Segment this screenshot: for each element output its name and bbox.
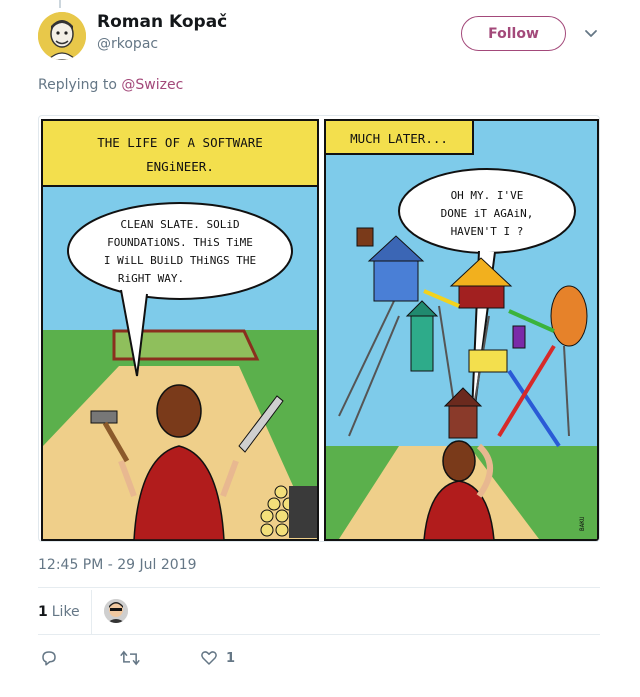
like-count: 1 [226, 650, 236, 666]
tweet-timestamp[interactable]: 12:45 PM - 29 Jul 2019 [38, 557, 197, 573]
panel1-bubble-line3: I WiLL BUiLD THiNGS THE [104, 254, 256, 267]
thread-connector [59, 0, 61, 8]
author-avatar[interactable] [38, 12, 86, 60]
panel1-bubble-line2: FOUNDATiONS. THiS TiME [107, 236, 253, 249]
chevron-down-icon[interactable] [583, 25, 599, 41]
comic-illustration: THE LIFE OF A SOFTWARE ENGiNEER. CLEAN S… [41, 119, 599, 541]
reply-icon [42, 651, 56, 666]
like-button[interactable]: 1 [200, 649, 235, 667]
panel2-caption: MUCH LATER... [350, 131, 448, 146]
retweet-button[interactable] [120, 649, 140, 667]
retweet-icon [120, 650, 140, 666]
likes-summary[interactable]: 1 Like [38, 598, 80, 626]
comic-signature: BAKU [579, 516, 586, 531]
author-name[interactable]: Roman Kopač [97, 12, 227, 32]
panel1-caption-line1: THE LIFE OF A SOFTWARE [97, 135, 263, 150]
divider-top [38, 587, 600, 588]
comic-image[interactable]: THE LIFE OF A SOFTWARE ENGiNEER. CLEAN S… [38, 115, 600, 542]
heart-icon [201, 651, 217, 665]
follow-button[interactable]: Follow [461, 16, 566, 51]
replying-mention-link[interactable]: @Swizec [121, 77, 183, 93]
author-avatar-image [38, 12, 86, 60]
panel1-bubble-line4: RiGHT WAY. [118, 272, 184, 285]
likes-count: 1 [38, 604, 48, 620]
likes-separator [91, 590, 92, 634]
replying-to: Replying to @Swizec [38, 77, 183, 93]
tweet-actions: 1 [38, 649, 338, 669]
panel2-bubble-line1: OH MY. I'VE [451, 189, 524, 202]
panel1-caption-line2: ENGiNEER. [146, 159, 214, 174]
author-handle[interactable]: @rkopac [97, 36, 158, 52]
panel2-bubble-line2: DONE iT AGAiN, [441, 207, 534, 220]
panel1-bubble-line1: CLEAN SLATE. SOLiD [120, 218, 239, 231]
reply-button[interactable] [40, 649, 58, 667]
likes-label: Like [51, 604, 80, 620]
divider-bottom [38, 634, 600, 635]
replying-prefix: Replying to [38, 77, 117, 93]
panel2-bubble-line3: HAVEN'T I ? [451, 225, 524, 238]
liker-avatar[interactable] [104, 599, 128, 623]
